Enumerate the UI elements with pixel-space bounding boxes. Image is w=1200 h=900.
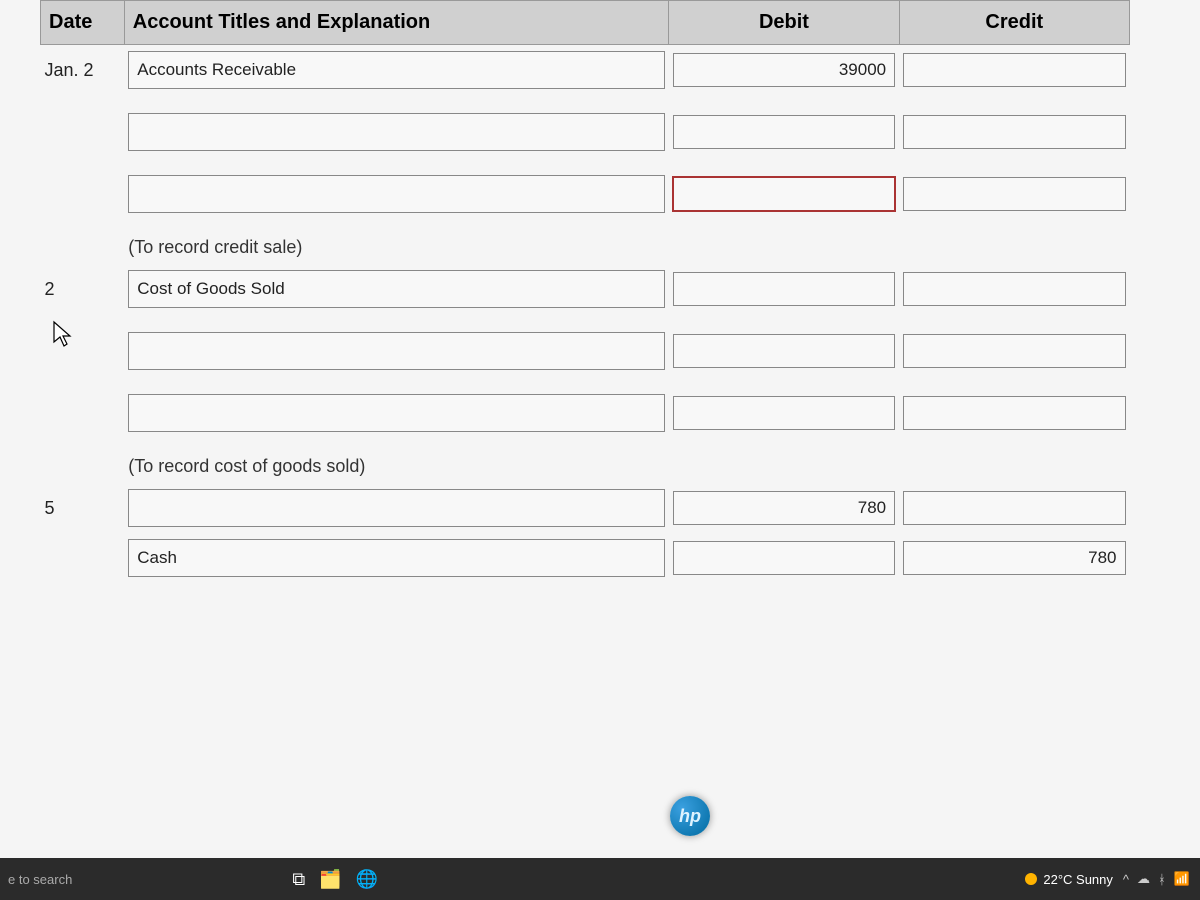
- account-input[interactable]: [128, 539, 665, 577]
- date-cell: [41, 388, 125, 438]
- debit-input[interactable]: [673, 334, 895, 368]
- table-row: (To record credit sale): [41, 231, 1130, 264]
- debit-input[interactable]: [673, 115, 895, 149]
- table-row: 2: [41, 264, 1130, 314]
- header-debit: Debit: [669, 1, 899, 45]
- credit-input[interactable]: [903, 53, 1125, 87]
- taskbar-apps: ⧉ 🗂️ 🌐: [292, 869, 378, 890]
- taskbar-search-hint[interactable]: e to search: [8, 872, 72, 887]
- explanation-text: (To record cost of goods sold): [124, 450, 669, 483]
- credit-input[interactable]: [903, 396, 1125, 430]
- table-row: [41, 533, 1130, 583]
- journal-entry-table: Date Account Titles and Explanation Debi…: [40, 0, 1130, 583]
- windows-taskbar: e to search ⧉ 🗂️ 🌐 22°C Sunny ^ ☁ ᚼ 📶: [0, 858, 1200, 900]
- credit-input[interactable]: [903, 334, 1125, 368]
- debit-input[interactable]: [673, 396, 895, 430]
- table-row: [41, 107, 1130, 157]
- table-row: 5: [41, 483, 1130, 533]
- account-input[interactable]: [128, 175, 665, 213]
- date-cell: 5: [41, 483, 125, 533]
- tray-expand-caret[interactable]: ^: [1123, 872, 1129, 887]
- sun-icon: [1025, 873, 1037, 885]
- credit-input[interactable]: [903, 177, 1125, 211]
- onedrive-icon[interactable]: ☁: [1137, 871, 1150, 887]
- account-input[interactable]: [128, 332, 665, 370]
- wifi-icon[interactable]: 📶: [1174, 871, 1190, 887]
- credit-input[interactable]: [903, 491, 1125, 525]
- debit-input[interactable]: [673, 491, 895, 525]
- credit-input[interactable]: [903, 272, 1125, 306]
- debit-input[interactable]: [673, 53, 895, 87]
- credit-input[interactable]: [903, 115, 1125, 149]
- table-header-row: Date Account Titles and Explanation Debi…: [41, 1, 1130, 45]
- account-input[interactable]: [128, 113, 665, 151]
- date-cell: [41, 107, 125, 157]
- date-cell: [41, 533, 125, 583]
- table-row: Jan. 2: [41, 45, 1130, 96]
- task-view-icon[interactable]: ⧉: [292, 869, 305, 890]
- edge-browser-icon[interactable]: 🌐: [356, 869, 378, 890]
- date-cell: [41, 169, 125, 219]
- date-cell: 2: [41, 264, 125, 314]
- date-cell: Jan. 2: [41, 45, 125, 96]
- date-cell: [41, 326, 125, 376]
- taskbar-weather[interactable]: 22°C Sunny: [1025, 872, 1113, 887]
- account-input[interactable]: [128, 394, 665, 432]
- system-tray[interactable]: ^ ☁ ᚼ 📶: [1123, 871, 1190, 887]
- weather-text: 22°C Sunny: [1043, 872, 1113, 887]
- debit-input[interactable]: [673, 272, 895, 306]
- table-row: [41, 388, 1130, 438]
- account-input[interactable]: [128, 489, 665, 527]
- table-row: (To record cost of goods sold): [41, 450, 1130, 483]
- header-date: Date: [41, 1, 125, 45]
- table-row: [41, 326, 1130, 376]
- bluetooth-icon[interactable]: ᚼ: [1158, 872, 1166, 887]
- table-row: [41, 169, 1130, 219]
- debit-input[interactable]: [673, 177, 895, 211]
- header-credit: Credit: [899, 1, 1129, 45]
- account-input[interactable]: [128, 270, 665, 308]
- file-explorer-icon[interactable]: 🗂️: [319, 869, 341, 890]
- credit-input[interactable]: [903, 541, 1125, 575]
- header-account: Account Titles and Explanation: [124, 1, 669, 45]
- explanation-text: (To record credit sale): [124, 231, 669, 264]
- hp-logo: hp: [670, 796, 710, 836]
- account-input[interactable]: [128, 51, 665, 89]
- debit-input[interactable]: [673, 541, 895, 575]
